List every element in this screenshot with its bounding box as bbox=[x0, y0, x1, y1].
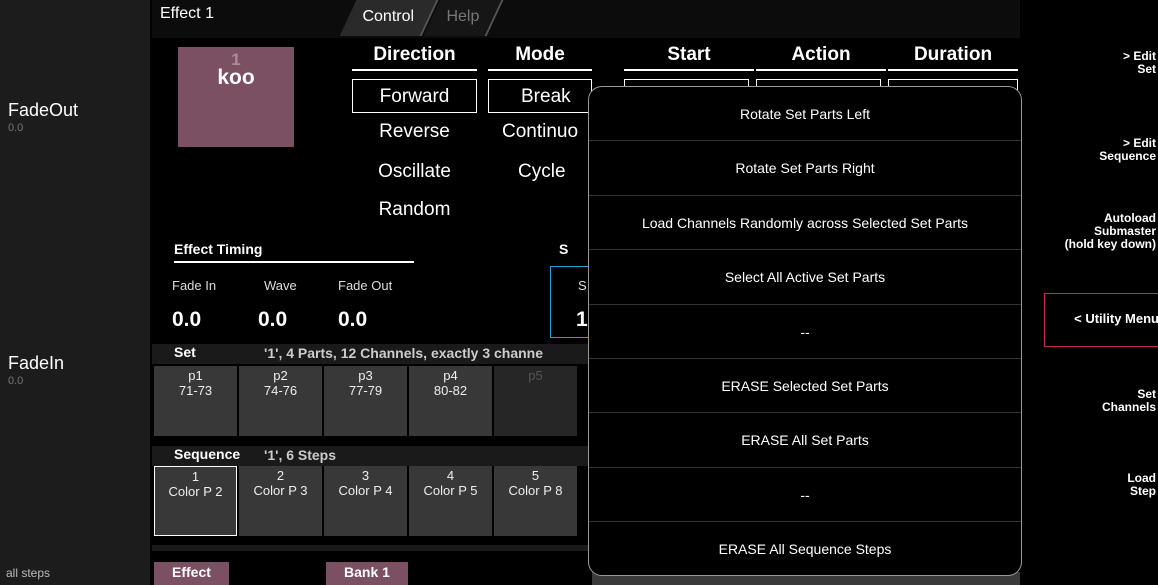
menu-item-load-random[interactable]: Load Channels Randomly across Selected S… bbox=[589, 196, 1021, 251]
utility-menu-button[interactable]: < Utility Menu bbox=[1044, 293, 1158, 347]
mode-break[interactable]: Break bbox=[488, 79, 592, 113]
sequence-step-cell[interactable]: 5 Color P 8 bbox=[494, 466, 577, 536]
fade-in-label: Fade In bbox=[172, 278, 217, 293]
set-part-cell[interactable]: p2 74-76 bbox=[239, 366, 322, 436]
step-number: 1 bbox=[191, 469, 200, 484]
mode-header: Mode bbox=[488, 44, 592, 71]
fader-fadeout[interactable]: FadeOut 0.0 bbox=[8, 100, 78, 134]
edit-set-button[interactable]: > Edit Set bbox=[1028, 50, 1156, 76]
action-header: Action bbox=[756, 44, 886, 71]
step-number: 3 bbox=[361, 468, 370, 483]
menu-item-rotate-left[interactable]: Rotate Set Parts Left bbox=[589, 87, 1021, 142]
effect-tab[interactable]: Effect bbox=[154, 562, 229, 585]
set-part-cell[interactable]: p1 71-73 bbox=[154, 366, 237, 436]
fade-out-value[interactable]: 0.0 bbox=[338, 308, 367, 332]
step-name: Color P 4 bbox=[338, 483, 393, 498]
direction-oscillate[interactable]: Oscillate bbox=[352, 155, 477, 189]
set-channels-button[interactable]: Set Channels bbox=[1028, 388, 1156, 414]
step-name: Color P 2 bbox=[168, 484, 223, 499]
fader-label: FadeIn bbox=[8, 353, 65, 373]
part-name: p5 bbox=[528, 368, 543, 383]
part-name: p1 bbox=[188, 368, 203, 383]
set-info: '1', 4 Parts, 12 Channels, exactly 3 cha… bbox=[264, 345, 544, 361]
tab-control[interactable]: Control bbox=[339, 0, 438, 36]
set-part-cell[interactable]: p4 80-82 bbox=[409, 366, 492, 436]
mode-cycle[interactable]: Cycle bbox=[488, 155, 592, 189]
menu-item-rotate-right[interactable]: Rotate Set Parts Right bbox=[589, 141, 1021, 196]
part-name: p3 bbox=[358, 368, 373, 383]
fade-in-value[interactable]: 0.0 bbox=[172, 308, 201, 332]
part-name: p4 bbox=[443, 368, 458, 383]
menu-item-select-all-active[interactable]: Select All Active Set Parts bbox=[589, 250, 1021, 305]
edit-set-line2: Set bbox=[1137, 62, 1156, 76]
utility-popup-menu: Rotate Set Parts Left Rotate Set Parts R… bbox=[588, 86, 1022, 576]
wave-value[interactable]: 0.0 bbox=[258, 308, 287, 332]
start-header: Start bbox=[624, 44, 754, 71]
edit-sequence-button[interactable]: > Edit Sequence bbox=[1028, 137, 1156, 163]
softkey-panel: > Edit Set > Edit Sequence Autoload Subm… bbox=[1020, 0, 1158, 585]
tab-control-label: Control bbox=[362, 8, 415, 25]
tab-help[interactable]: Help bbox=[423, 0, 504, 36]
menu-item-erase-all-set[interactable]: ERASE All Set Parts bbox=[589, 413, 1021, 468]
direction-reverse[interactable]: Reverse bbox=[352, 115, 477, 149]
step-number: 5 bbox=[531, 468, 540, 483]
set-part-cell[interactable]: p5 bbox=[494, 366, 577, 436]
menu-item-erase-selected[interactable]: ERASE Selected Set Parts bbox=[589, 359, 1021, 414]
part-range: 71-73 bbox=[178, 383, 213, 398]
part-range: 74-76 bbox=[263, 383, 298, 398]
all-steps-label: all steps bbox=[6, 566, 51, 580]
menu-separator: -- bbox=[589, 468, 1021, 523]
sequence-label: Sequence bbox=[174, 446, 241, 462]
s-label: S bbox=[578, 278, 587, 293]
duration-header: Duration bbox=[888, 44, 1018, 71]
s-header: S bbox=[559, 241, 569, 257]
bank-label: koo bbox=[217, 66, 255, 89]
set-label: Set bbox=[174, 344, 196, 360]
effect-timing-title: Effect Timing bbox=[174, 241, 414, 263]
part-range: 80-82 bbox=[433, 383, 468, 398]
utility-menu-label: < Utility Menu bbox=[1074, 311, 1158, 326]
set-channels-line2: Channels bbox=[1101, 400, 1156, 414]
load-step-line2: Step bbox=[1129, 484, 1156, 498]
load-step-button[interactable]: Load Step bbox=[1028, 472, 1156, 498]
direction-random[interactable]: Random bbox=[352, 193, 477, 227]
fader-value: 0.0 bbox=[8, 122, 24, 134]
fader-fadein[interactable]: FadeIn 0.0 bbox=[8, 353, 64, 387]
scroll-track[interactable] bbox=[152, 545, 592, 551]
sequence-step-cell[interactable]: 1 Color P 2 bbox=[154, 466, 237, 536]
bank-tab[interactable]: Bank 1 bbox=[326, 562, 408, 585]
tab-help-label: Help bbox=[446, 8, 480, 25]
step-number: 2 bbox=[276, 468, 285, 483]
direction-header: Direction bbox=[352, 44, 477, 71]
step-number: 4 bbox=[446, 468, 455, 483]
step-name: Color P 8 bbox=[508, 483, 563, 498]
part-name: p2 bbox=[273, 368, 288, 383]
tab-bar: Effect 1 Control Help bbox=[152, 0, 1020, 38]
bank-tile[interactable]: 1 koo bbox=[178, 47, 294, 147]
step-name: Color P 3 bbox=[253, 483, 308, 498]
menu-separator: -- bbox=[589, 305, 1021, 359]
sequence-step-cell[interactable]: 3 Color P 4 bbox=[324, 466, 407, 536]
fader-label: FadeOut bbox=[8, 100, 79, 120]
menu-item-erase-sequence[interactable]: ERASE All Sequence Steps bbox=[589, 522, 1021, 575]
fade-out-label: Fade Out bbox=[338, 278, 393, 293]
effect-title: Effect 1 bbox=[160, 5, 214, 22]
sequence-step-cell[interactable]: 2 Color P 3 bbox=[239, 466, 322, 536]
fader-value: 0.0 bbox=[8, 375, 24, 387]
sequence-info: '1', 6 Steps bbox=[264, 447, 337, 463]
edit-sequence-line2: Sequence bbox=[1099, 149, 1156, 163]
left-panel: FadeOut 0.0 FadeIn 0.0 all steps bbox=[0, 0, 150, 585]
part-range: 77-79 bbox=[348, 383, 383, 398]
autoload-line3: (hold key down) bbox=[1064, 237, 1156, 251]
direction-forward[interactable]: Forward bbox=[352, 79, 477, 113]
wave-label: Wave bbox=[264, 278, 297, 293]
autoload-submaster-button[interactable]: Autoload Submaster (hold key down) bbox=[1028, 212, 1156, 251]
sequence-step-cell[interactable]: 4 Color P 5 bbox=[409, 466, 492, 536]
step-name: Color P 5 bbox=[423, 483, 478, 498]
set-part-cell[interactable]: p3 77-79 bbox=[324, 366, 407, 436]
mode-continuous[interactable]: Continuo bbox=[488, 115, 592, 149]
